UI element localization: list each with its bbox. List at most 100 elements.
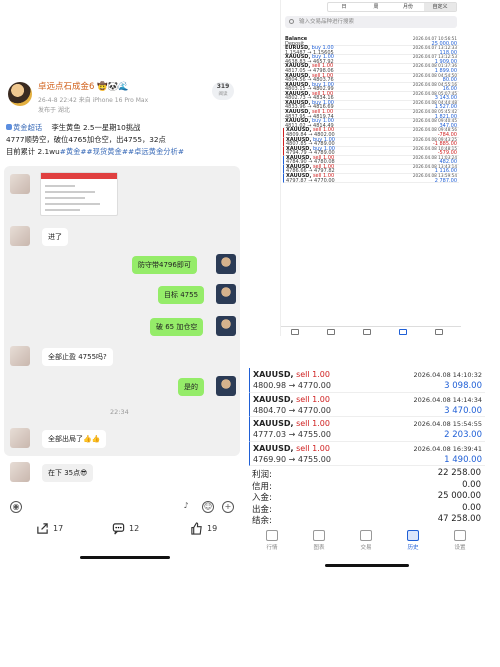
deal-profit: 2 787.00 bbox=[434, 177, 457, 184]
period-day[interactable]: 日 bbox=[328, 3, 360, 11]
chat-bubble-self: 防守带4796即可 bbox=[132, 256, 197, 274]
chat-bubble: 进了 bbox=[42, 228, 68, 246]
self-avatar bbox=[216, 284, 236, 304]
summary-value: 0.00 bbox=[462, 479, 481, 490]
chart-tab-icon[interactable] bbox=[327, 329, 335, 335]
period-custom[interactable]: 自定义 bbox=[424, 3, 456, 11]
voice-icon[interactable]: ◉ bbox=[10, 501, 22, 513]
emoji-icon[interactable]: ☺ bbox=[202, 501, 214, 513]
symbol-search-input[interactable]: 输入交易品种进行搜索 bbox=[285, 16, 457, 28]
chat-input-bar[interactable]: ◉ ♪ ☺ + bbox=[4, 498, 240, 516]
post-location: 发布于 湖北 bbox=[38, 107, 70, 114]
self-avatar bbox=[216, 254, 236, 274]
contact-avatar bbox=[10, 428, 30, 448]
like-button[interactable]: 19 bbox=[190, 522, 217, 535]
tab-history[interactable]: 历史 bbox=[398, 530, 428, 551]
home-indicator bbox=[325, 564, 409, 567]
self-avatar bbox=[216, 316, 236, 336]
bottom-tabs bbox=[281, 326, 461, 336]
settings-tab-icon[interactable] bbox=[435, 329, 443, 335]
contact-avatar bbox=[10, 462, 30, 482]
post-text: 黄金超话 李生黄鱼 2.5一星期10挑战 4777顺势空，破位4765加仓空，出… bbox=[6, 123, 184, 156]
deal-prices: 4800.98 → 4770.00 bbox=[253, 381, 331, 390]
deal-time: 2026.04.08 14:10:32 bbox=[413, 371, 482, 379]
post-actions: 17 12 19 bbox=[0, 518, 248, 542]
deal-row[interactable]: XAUUSD, sell 1.00 4804.70 → 4770.00 2026.0… bbox=[249, 392, 485, 417]
tab-chart[interactable]: 图表 bbox=[304, 530, 334, 551]
deal-profit: 1 490.00 bbox=[444, 454, 482, 465]
deal-prices: 4797.87 → 4770.00 bbox=[286, 177, 335, 184]
search-icon bbox=[289, 19, 294, 24]
summary-row: 出金: 0.00 bbox=[252, 503, 484, 515]
comment-button[interactable]: 12 bbox=[112, 522, 139, 535]
deal-prices: 4804.70 → 4770.00 bbox=[253, 405, 331, 415]
summary-value: 22 258.00 bbox=[437, 468, 481, 478]
deal-prices: 4769.90 → 4755.00 bbox=[253, 454, 331, 464]
chat-timestamp: 22:34 bbox=[110, 408, 129, 416]
deal-row[interactable]: XAUUSD, sell 1.00 4797.87 → 4770.00 2026.0… bbox=[283, 173, 459, 184]
chat-screenshot[interactable]: 进了 防守带4796即可 目标 4755 破 65 加仓空 全部止盈 4755吗… bbox=[4, 166, 240, 456]
deal-list: Balance Deposit 2026.04.07 10:56:51 25 000… bbox=[283, 36, 459, 184]
tab-trade[interactable]: 交易 bbox=[351, 530, 381, 551]
summary-label: 利润: bbox=[252, 470, 272, 480]
deal-symbol: XAUUSD, sell 1.00 bbox=[253, 443, 330, 453]
summary-label: 信用: bbox=[252, 481, 272, 492]
shield-icon bbox=[6, 124, 12, 130]
deal-symbol: XAUUSD, sell 1.00 bbox=[253, 394, 330, 404]
share-button[interactable]: 17 bbox=[36, 522, 63, 535]
deal-prices: 4777.03 → 4755.00 bbox=[253, 430, 331, 439]
quotes-tab-icon[interactable] bbox=[291, 329, 299, 335]
summary-row: 结余: 47 258.00 bbox=[252, 514, 484, 526]
period-selector[interactable]: 日 周 月份 自定义 bbox=[327, 2, 457, 12]
quotes-icon bbox=[266, 530, 278, 541]
summary-label: 出金: bbox=[252, 504, 272, 515]
deal-profit: 3 098.00 bbox=[444, 381, 482, 391]
order-list: XAUUSD, sell 1.00 4800.98 → 4770.00 2026.0… bbox=[249, 368, 485, 466]
deal-symbol: XAUUSD, sell 1.00 bbox=[253, 419, 330, 428]
summary-row: 利润: 22 258.00 bbox=[252, 468, 484, 480]
chat-bubble: 全部止盈 4755吗? bbox=[42, 348, 113, 366]
mic-icon[interactable]: ♪ bbox=[180, 501, 192, 513]
plus-icon[interactable]: + bbox=[222, 501, 234, 513]
user-avatar[interactable] bbox=[8, 82, 32, 106]
history-tab-icon[interactable] bbox=[399, 329, 407, 335]
contact-avatar bbox=[10, 174, 30, 194]
self-avatar bbox=[216, 376, 236, 396]
trade-tab-icon[interactable] bbox=[363, 329, 371, 335]
chat-bubble-self: 目标 4755 bbox=[158, 286, 205, 304]
thumbs-up-icon bbox=[191, 522, 202, 535]
share-icon bbox=[37, 523, 48, 534]
views-badge: 319 阅读 bbox=[212, 82, 234, 100]
contact-avatar bbox=[10, 346, 30, 366]
tab-settings[interactable]: 设置 bbox=[445, 530, 475, 551]
deal-symbol: XAUUSD, sell 1.00 bbox=[253, 370, 330, 379]
summary-value: 0.00 bbox=[462, 502, 481, 513]
history-icon bbox=[407, 530, 419, 541]
username[interactable]: 卓远点石成金6 🤠🐼🌊 bbox=[38, 80, 129, 92]
deal-row[interactable]: XAUUSD, sell 1.00 4777.03 → 4755.00 2026.0… bbox=[249, 417, 485, 442]
chat-bubble: 全部出局了👍👍 bbox=[42, 430, 107, 448]
image-message bbox=[40, 172, 118, 216]
mt-history-bottom: XAUUSD, sell 1.00 4800.98 → 4770.00 2026.0… bbox=[249, 368, 485, 568]
deal-row[interactable]: XAUUSD, sell 1.00 4800.98 → 4770.00 2026.0… bbox=[249, 368, 485, 393]
post-meta: 26-4-8 22:42 来自 iPhone 16 Pro Max bbox=[38, 97, 149, 104]
home-indicator bbox=[80, 556, 170, 559]
summary-label: 结余: bbox=[252, 516, 272, 526]
chart-icon bbox=[313, 530, 325, 541]
deal-profit: 2 203.00 bbox=[444, 430, 482, 440]
deal-row[interactable]: XAUUSD, sell 1.00 4769.90 → 4755.00 2026.0… bbox=[249, 441, 485, 466]
trade-icon bbox=[360, 530, 372, 541]
hashtags[interactable]: #黄金##现货黄金##卓远黄金分析# bbox=[60, 147, 184, 156]
period-week[interactable]: 周 bbox=[360, 3, 392, 11]
period-month[interactable]: 月份 bbox=[392, 3, 424, 11]
chat-bubble-self: 破 65 加仓空 bbox=[150, 318, 204, 336]
summary-label: 入金: bbox=[252, 493, 272, 503]
mt-history-top: 日 周 月份 自定义 输入交易品种进行搜索 Balance Deposit 202… bbox=[280, 0, 461, 336]
tab-quotes[interactable]: 行情 bbox=[257, 530, 287, 551]
summary-row: 信用: 0.00 bbox=[252, 480, 484, 492]
contact-avatar bbox=[10, 226, 30, 246]
summary-row: 入金: 25 000.00 bbox=[252, 491, 484, 503]
deal-time: 2026.04.08 16:39:41 bbox=[413, 444, 482, 453]
chat-bubble: 在下 35点😎 bbox=[42, 464, 94, 482]
topic-link[interactable]: 黄金超话 bbox=[6, 123, 42, 132]
